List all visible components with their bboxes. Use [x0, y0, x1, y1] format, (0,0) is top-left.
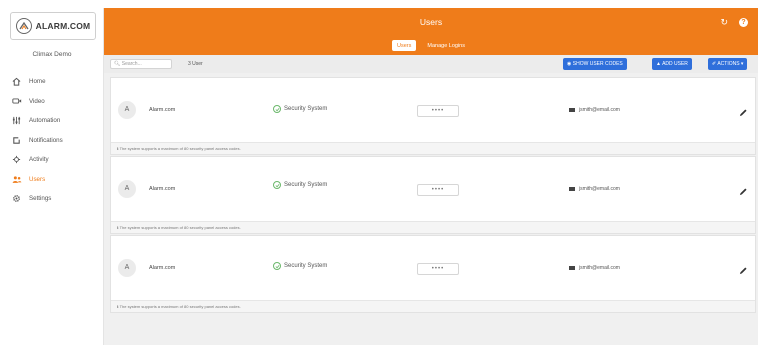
sidebar-item-label: Settings	[29, 195, 52, 203]
system-label: Security System	[284, 263, 328, 269]
sidebar-item-label: Home	[29, 78, 46, 86]
sidebar-item-home[interactable]: Home	[0, 72, 104, 92]
user-count: 3 User	[188, 61, 203, 67]
system-label: Security System	[284, 106, 328, 112]
gear-icon	[12, 194, 26, 204]
sidebar-item-video[interactable]: Video	[0, 92, 104, 112]
user-card: A Alarm.com Security System •••• jsmith@…	[110, 235, 756, 313]
panel-code-note: ℹ The system supports a maximum of 80 se…	[111, 142, 755, 154]
system-label: Security System	[284, 182, 328, 188]
note-text: The system supports a maximum of 80 secu…	[119, 304, 241, 309]
avatar: A	[118, 101, 136, 119]
user-code-field[interactable]: ••••	[417, 105, 459, 117]
envelope-icon	[569, 107, 575, 113]
users-icon	[12, 174, 26, 184]
tab-users[interactable]: Users	[392, 40, 417, 51]
add-user-button[interactable]: ▲ ADD USER	[652, 58, 692, 70]
add-user-label: ADD USER	[662, 61, 688, 67]
edit-user-button[interactable]	[739, 104, 748, 122]
email-text: jsmith@email.com	[579, 107, 620, 113]
notifications-icon	[12, 135, 26, 145]
help-icon[interactable]: ?	[739, 18, 748, 27]
header-tabs: Users Manage Logins	[104, 40, 758, 51]
sidebar-item-label: Automation	[29, 117, 61, 125]
actions-label: ACTIONS	[717, 61, 740, 67]
show-user-codes-button[interactable]: ◉ SHOW USER CODES	[563, 58, 627, 70]
search-input[interactable]: 🔍︎ Search...	[110, 59, 172, 69]
refresh-icon[interactable]: ↻	[720, 18, 728, 27]
header-icons: ↻ ?	[720, 18, 748, 27]
pencil-icon	[739, 109, 747, 117]
alarm-logo-icon	[15, 18, 32, 34]
user-code-field[interactable]: ••••	[417, 184, 459, 196]
avatar: A	[118, 180, 136, 198]
sidebar-nav: Home Video Automation Notifications Acti…	[0, 72, 104, 209]
email-text: jsmith@email.com	[579, 265, 620, 271]
sidebar-item-settings[interactable]: Settings	[0, 189, 104, 209]
security-system-access: Security System	[273, 181, 327, 189]
chevron-down-icon: ▾	[739, 61, 744, 67]
users-list: A Alarm.com Security System •••• jsmith@…	[104, 73, 758, 345]
user-email: jsmith@email.com	[569, 186, 620, 192]
automation-icon	[12, 116, 26, 126]
pencil-icon	[739, 188, 747, 196]
edit-user-button[interactable]	[739, 183, 748, 201]
sidebar-item-label: Users	[29, 175, 46, 183]
edit-user-button[interactable]	[739, 262, 748, 280]
home-icon	[12, 77, 26, 87]
envelope-icon	[569, 186, 575, 192]
sidebar-item-users[interactable]: Users	[0, 170, 104, 190]
envelope-icon	[569, 265, 575, 271]
user-email: jsmith@email.com	[569, 107, 620, 113]
search-icon: 🔍︎	[114, 61, 121, 67]
brand-logo[interactable]: ALARM.COM	[10, 12, 96, 40]
sidebar-item-label: Activity	[29, 156, 49, 164]
panel-code-note: ℹ The system supports a maximum of 80 se…	[111, 221, 755, 233]
page-header: Users Users Manage Logins ↻ ?	[104, 8, 758, 55]
video-camera-icon	[12, 96, 26, 106]
activity-icon	[12, 155, 26, 165]
account-name: Climax Demo	[32, 51, 72, 58]
security-system-access: Security System	[273, 105, 327, 113]
logo-text: ALARM.COM	[35, 21, 91, 31]
check-circle-icon	[273, 105, 281, 113]
sidebar: ALARM.COM Climax Demo Home Video Automat…	[0, 8, 104, 345]
search-placeholder: Search...	[121, 61, 142, 67]
email-text: jsmith@email.com	[579, 186, 620, 192]
user-name[interactable]: Alarm.com	[149, 107, 175, 113]
user-card: A Alarm.com Security System •••• jsmith@…	[110, 156, 756, 234]
sidebar-item-automation[interactable]: Automation	[0, 111, 104, 131]
sidebar-item-activity[interactable]: Activity	[0, 150, 104, 170]
sidebar-item-label: Notifications	[29, 136, 63, 144]
user-card: A Alarm.com Security System •••• jsmith@…	[110, 77, 756, 155]
avatar: A	[118, 259, 136, 277]
users-toolbar: 🔍︎ Search... 3 User ◉ SHOW USER CODES ▲ …	[104, 55, 758, 73]
check-circle-icon	[273, 262, 281, 270]
pencil-icon	[739, 267, 747, 275]
panel-code-note: ℹ The system supports a maximum of 80 se…	[111, 300, 755, 312]
show-user-codes-label: SHOW USER CODES	[572, 61, 623, 67]
user-name[interactable]: Alarm.com	[149, 186, 175, 192]
actions-dropdown[interactable]: ✐ ACTIONS ▾	[708, 58, 748, 70]
check-circle-icon	[273, 181, 281, 189]
user-email: jsmith@email.com	[569, 265, 620, 271]
note-text: The system supports a maximum of 80 secu…	[119, 225, 241, 230]
user-code-field[interactable]: ••••	[417, 263, 459, 275]
security-system-access: Security System	[273, 262, 327, 270]
user-name[interactable]: Alarm.com	[149, 265, 175, 271]
tab-manage-logins[interactable]: Manage Logins	[422, 40, 470, 51]
page-title: Users	[419, 17, 443, 27]
sidebar-item-notifications[interactable]: Notifications	[0, 131, 104, 151]
sidebar-item-label: Video	[29, 97, 45, 105]
note-text: The system supports a maximum of 80 secu…	[119, 146, 241, 151]
